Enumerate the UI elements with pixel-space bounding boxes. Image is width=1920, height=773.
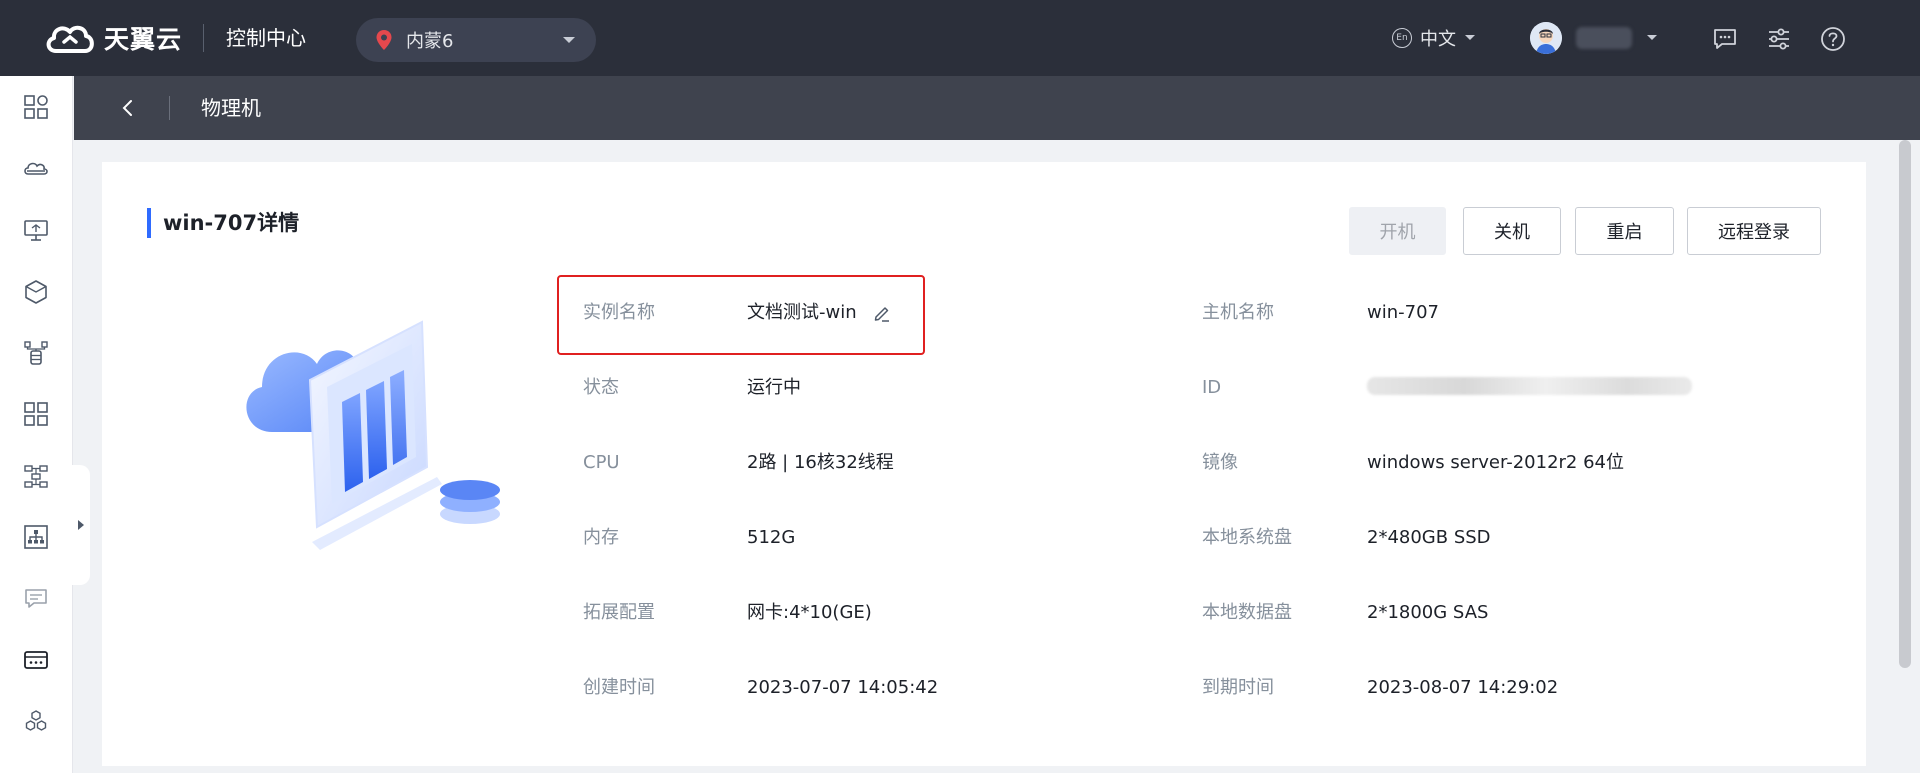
created-time-value: 2023-07-07 14:05:42: [747, 677, 939, 698]
memory-label: 内存: [583, 527, 619, 548]
language-switcher[interactable]: En 中文: [1392, 24, 1476, 52]
chevron-left-icon: [122, 100, 132, 116]
id-label: ID: [1202, 377, 1222, 398]
instance-name-value: 文档测试-win: [747, 302, 857, 323]
caret-down-icon: [1647, 35, 1657, 40]
page-header-bar: 物理机: [74, 76, 1920, 140]
brand-logo[interactable]: 天翼云: [44, 18, 182, 58]
remote-login-button[interactable]: 远程登录: [1687, 207, 1821, 255]
cube-icon[interactable]: [23, 279, 49, 305]
username-redacted: [1576, 27, 1632, 49]
dashboard-grid-icon[interactable]: [23, 94, 49, 120]
detail-title: win-707详情: [147, 208, 299, 238]
data-disk-value: 2*1800G SAS: [1367, 602, 1489, 623]
console-title[interactable]: 控制中心: [226, 24, 306, 52]
cpu-value: 2路 | 16核32线程: [747, 452, 894, 473]
sidebar-expand-toggle[interactable]: [72, 465, 90, 585]
image-value: windows server-2012r2 64位: [1367, 452, 1625, 473]
header-divider: [169, 96, 170, 120]
language-badge-icon: En: [1392, 28, 1412, 48]
restart-button[interactable]: 重启: [1575, 207, 1674, 255]
back-button[interactable]: [114, 94, 142, 122]
database-network-icon[interactable]: [23, 340, 49, 366]
id-value-redacted: [1367, 377, 1692, 395]
top-nav-bar: 天翼云 控制中心 内蒙6 En 中文: [0, 0, 1920, 76]
caret-down-icon: [563, 37, 575, 43]
apps-grid-icon[interactable]: [23, 401, 49, 427]
data-disk-label: 本地数据盘: [1202, 602, 1292, 623]
page-scrollbar[interactable]: [1899, 140, 1911, 668]
monitor-icon[interactable]: [23, 217, 49, 243]
header-divider: [203, 24, 204, 52]
image-label: 镜像: [1202, 452, 1238, 473]
caret-down-icon: [1465, 35, 1475, 40]
message-icon[interactable]: [23, 586, 49, 612]
status-label: 状态: [583, 377, 619, 398]
cpu-label: CPU: [583, 452, 620, 473]
hexagon-cluster-icon[interactable]: [23, 709, 49, 735]
cloud-icon[interactable]: [23, 156, 49, 182]
region-label: 内蒙6: [406, 31, 454, 52]
power-on-button[interactable]: 开机: [1349, 207, 1446, 255]
settings-sliders-icon[interactable]: [1766, 26, 1792, 52]
logo-text: 天翼云: [104, 25, 183, 54]
avatar: [1530, 22, 1562, 54]
hostname-label: 主机名称: [1202, 302, 1274, 323]
page-title: 物理机: [201, 96, 261, 120]
power-off-button[interactable]: 关机: [1463, 207, 1561, 255]
status-value: 运行中: [747, 377, 801, 398]
region-selector[interactable]: 内蒙6: [356, 18, 596, 62]
left-sidebar: [0, 76, 73, 773]
extended-config-value: 网卡:4*10(GE): [747, 602, 872, 623]
memory-value: 512G: [747, 527, 796, 548]
org-chart-icon[interactable]: [23, 524, 49, 550]
instance-detail-card: win-707详情 开机 关机 重启 远程登录 实例名称 文档测试-win 状态…: [102, 162, 1866, 766]
cloud-logo-icon: [46, 25, 94, 53]
system-disk-label: 本地系统盘: [1202, 527, 1292, 548]
expiry-time-value: 2023-08-07 14:29:02: [1367, 677, 1559, 698]
topology-icon[interactable]: [23, 463, 49, 489]
extended-config-label: 拓展配置: [583, 602, 655, 623]
hostname-value: win-707: [1367, 302, 1439, 323]
created-time-label: 创建时间: [583, 677, 655, 698]
instance-name-label: 实例名称: [583, 302, 655, 323]
language-label: 中文: [1420, 29, 1456, 50]
user-menu[interactable]: [1530, 20, 1658, 56]
server-illustration: [246, 320, 500, 550]
edit-icon[interactable]: [872, 303, 892, 323]
server-card-icon[interactable]: [23, 647, 49, 673]
system-disk-value: 2*480GB SSD: [1367, 527, 1491, 548]
help-icon[interactable]: [1820, 26, 1846, 52]
expiry-time-label: 到期时间: [1202, 677, 1274, 698]
location-pin-icon: [376, 30, 392, 50]
caret-right-icon: [78, 520, 84, 530]
message-icon[interactable]: [1712, 26, 1738, 52]
